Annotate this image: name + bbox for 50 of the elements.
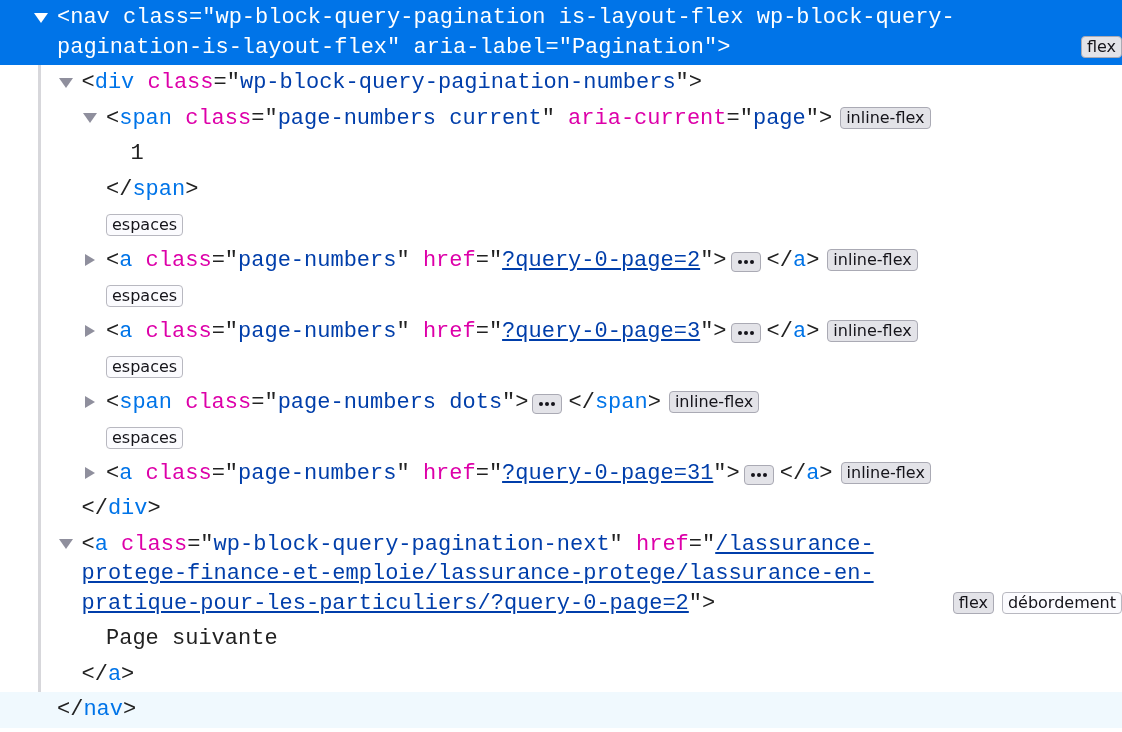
tree-row[interactable]: <a class="page-numbers" href="?query-0-page=2"> </a> inline-flex [0,242,1122,278]
closing-tag: </nav> [57,697,137,722]
display-badge[interactable]: inline-flex [668,391,760,414]
opening-tag: <span class="page-numbers dots"> [106,389,529,415]
display-badge[interactable]: inline-flex [827,249,918,272]
expand-button[interactable] [730,251,761,272]
opening-tag: <div class="wp-block-query-pagination-numbers"> [81,70,702,95]
ellipsis-icon [737,259,754,264]
display-badge[interactable]: inline-flex [840,462,931,485]
disclosure-triangle-icon[interactable] [57,538,74,551]
display-badge[interactable]: inline-flex [827,320,918,343]
tree-row[interactable]: <a class="page-numbers" href="?query-0-page=31"> </a> inline-flex [0,455,1122,491]
disclosure-triangle-icon[interactable] [33,11,49,24]
tree-row[interactable]: <a class="wp-block-query-pagination-next" href="/lassurance-protege-finance-et-emploie/lassurance-protege/lassurance-en-pratique-pour-les-particuliers/?query-0-page=2"> flex débordement [0,526,1122,621]
opening-tag: <a class="page-numbers" href="?query-0-page=31"> [106,460,740,486]
expand-button[interactable] [532,393,563,414]
element-text-label: 1 [130,141,144,166]
tree-row[interactable]: <span class="page-numbers current" aria-current="page"> inline-flex [0,100,1122,136]
whitespace-badge[interactable]: espaces [106,284,184,307]
closing-tag: </a> [766,318,820,344]
display-badge[interactable]: flex [1080,36,1122,59]
display-badge[interactable]: inline-flex [840,107,931,130]
closing-tag: </a> [766,247,820,273]
opening-tag: <nav class="wp-block-query-pagination is-layout-flex wp-block-query-pagination-is-layout-flex" aria-label="Pagination"> [57,5,955,60]
whitespace-badge[interactable]: espaces [106,213,184,236]
whitespace-badge[interactable]: espaces [106,355,184,378]
tree-row[interactable]: <span class="page-numbers dots"> </span> inline-flex [0,384,1122,420]
opening-tag: <a class="wp-block-query-pagination-next" href="/lassurance-protege-finance-et-emploie/lassurance-protege/lassurance-en-pratique-pour-les-particuliers/?query-0-page=2"> [81,531,874,616]
opening-tag: <span class="page-numbers current" aria-current="page"> [106,105,833,131]
closing-tag: </a> [779,460,833,486]
expand-button[interactable] [730,322,761,343]
closing-tag: </div> [81,496,161,521]
element-text-label: Page suivante [106,626,278,651]
ellipsis-icon [750,472,767,477]
tree-row[interactable]: <a class="page-numbers" href="?query-0-page=3"> </a> inline-flex [0,313,1122,349]
opening-tag: <a class="page-numbers" href="?query-0-page=3"> [106,318,727,344]
tree-row[interactable]: <div class="wp-block-query-pagination-numbers"> [0,65,1122,101]
disclosure-triangle-icon[interactable] [82,112,98,125]
ellipsis-icon [737,330,754,335]
expand-button[interactable] [743,464,774,485]
display-badge[interactable]: débordement [1001,592,1122,615]
whitespace-badge[interactable]: espaces [106,426,184,449]
tree-row[interactable]: <nav class="wp-block-query-pagination is-layout-flex wp-block-query-pagination-is-layout-flex" aria-label="Pagination"> flex [0,0,1122,65]
disclosure-triangle-icon[interactable] [57,76,74,89]
closing-tag: </span> [106,176,199,202]
ellipsis-icon [539,401,556,406]
display-badge[interactable]: flex [952,592,994,615]
opening-tag: <a class="page-numbers" href="?query-0-page=2"> [106,247,727,273]
closing-tag: </a> [81,661,135,687]
closing-tag: </span> [568,389,661,415]
